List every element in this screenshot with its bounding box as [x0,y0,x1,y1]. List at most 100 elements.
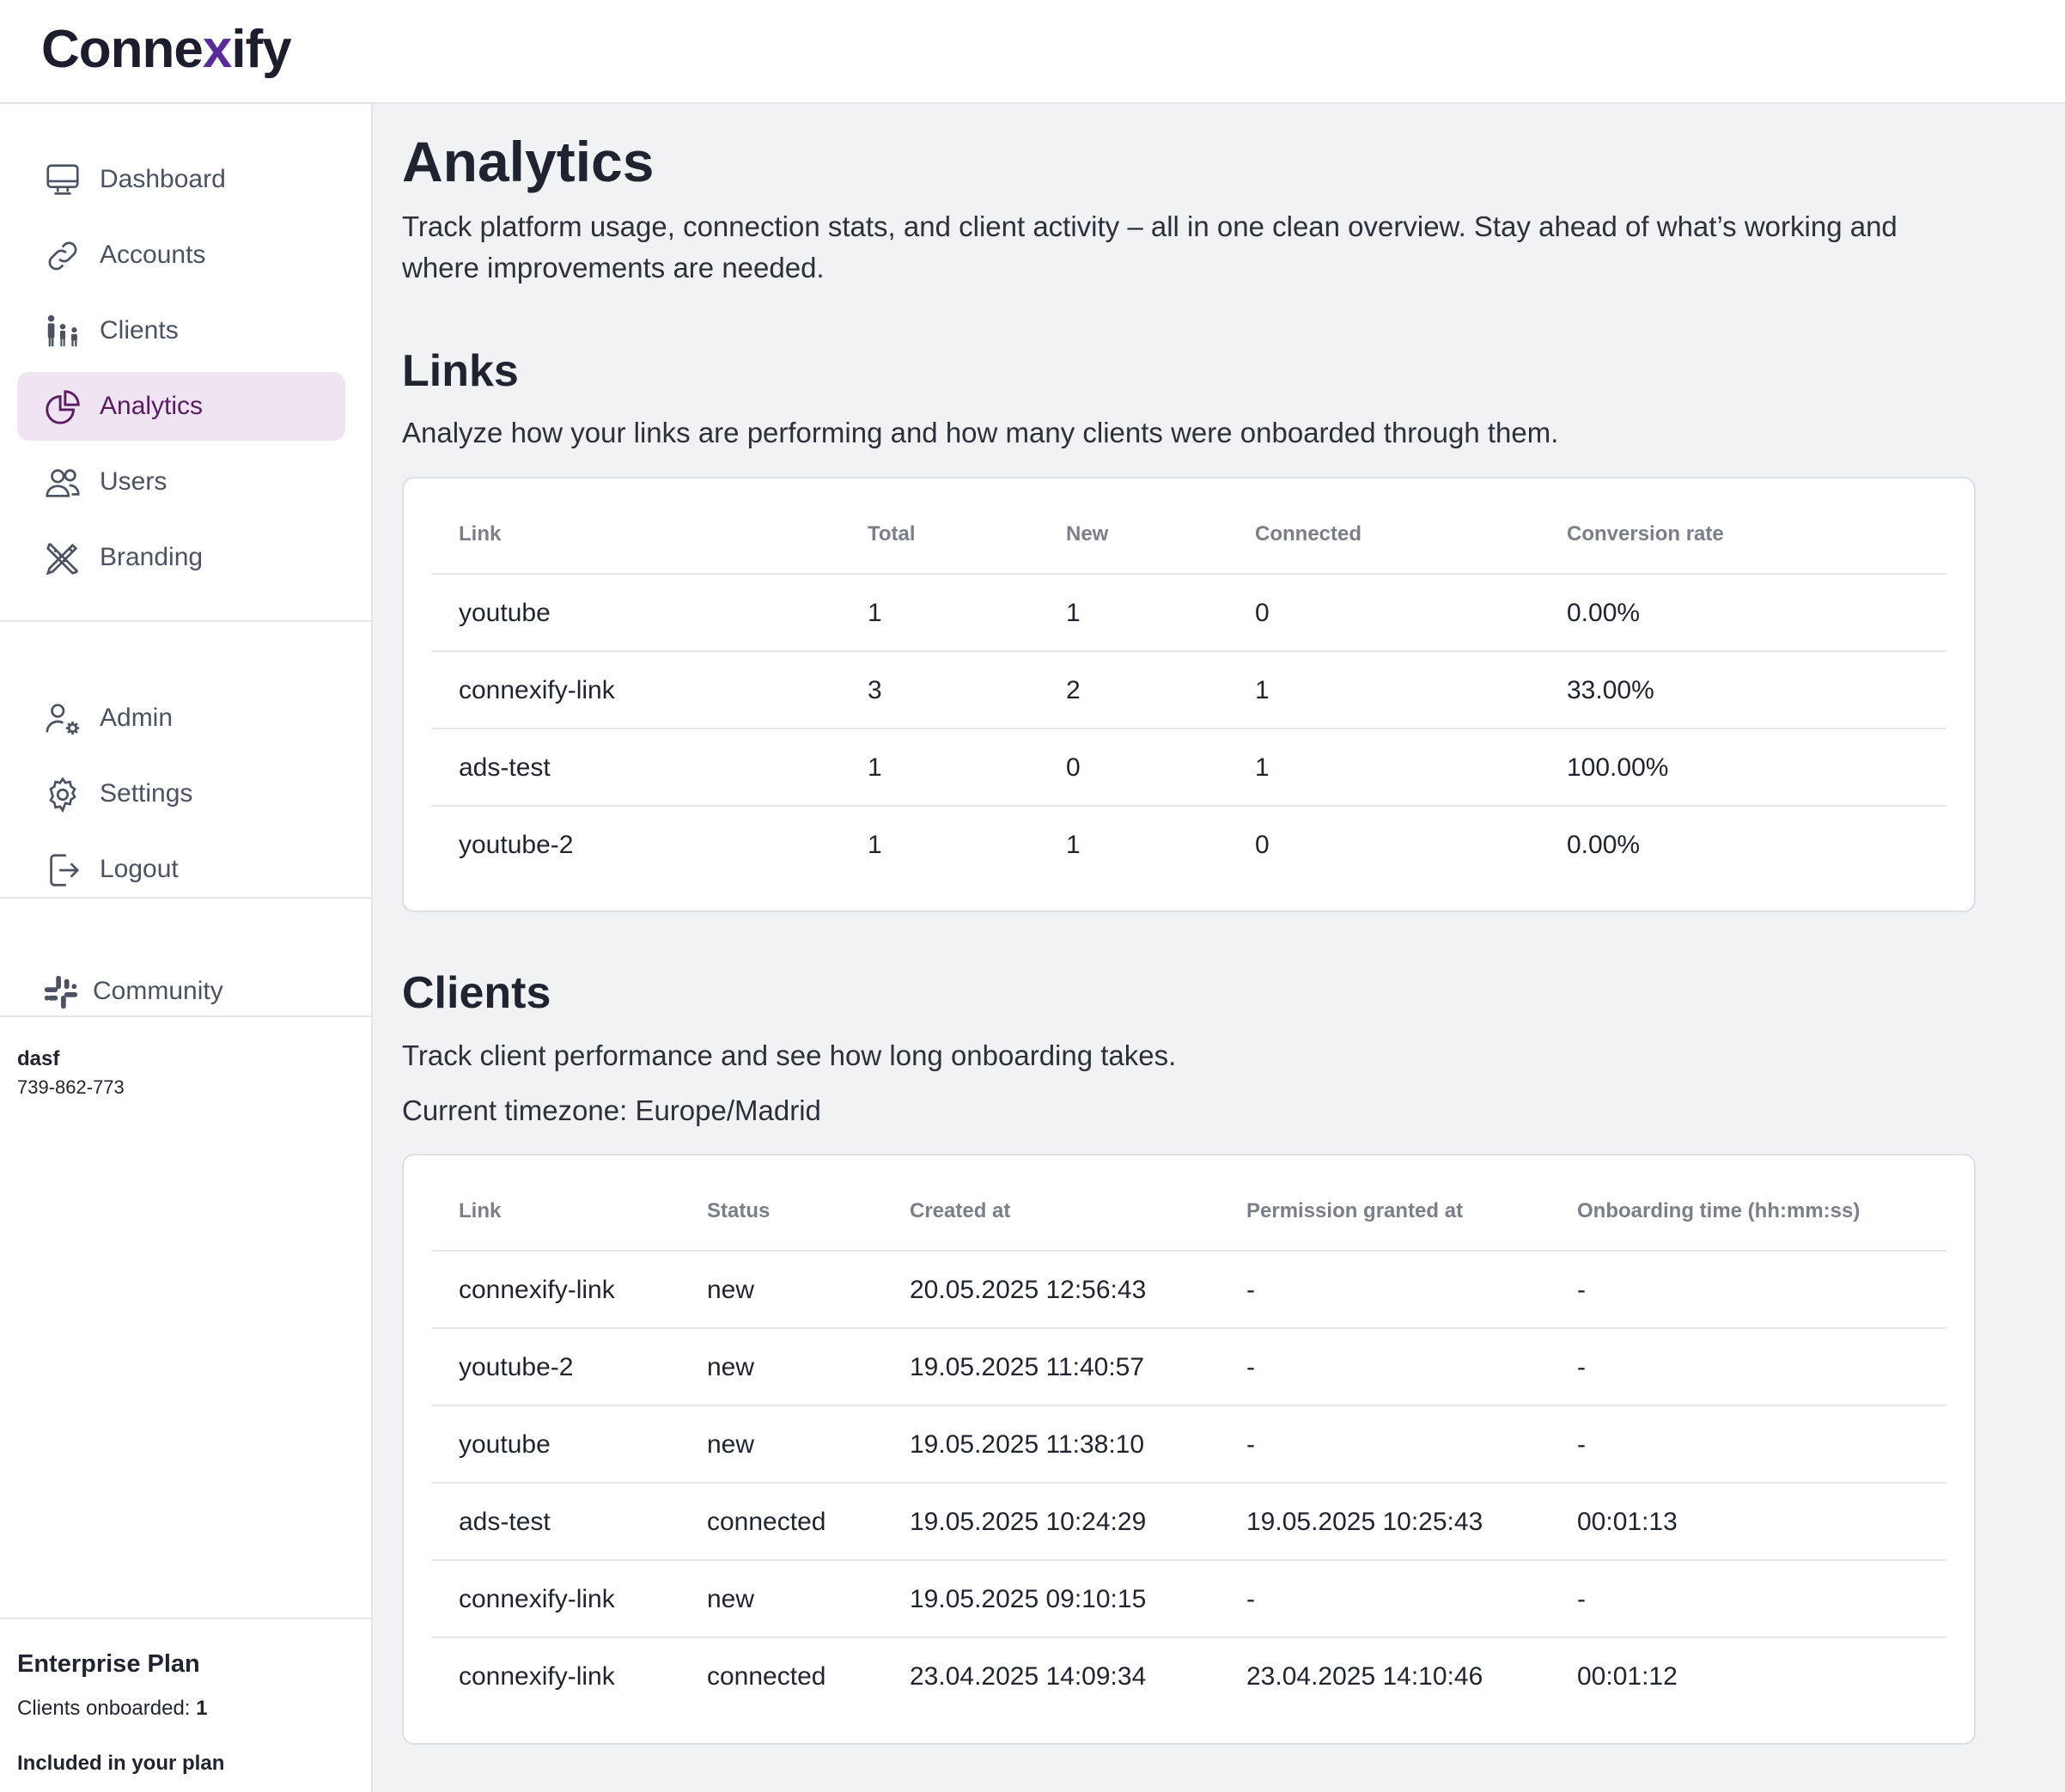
table-cell: youtube-2 [459,1353,574,1381]
table-cell: connexify-link [459,676,615,704]
table-cell: ads-test [459,1508,551,1536]
table-cell: 100.00% [1567,753,1669,782]
sidebar-item-label: Logout [100,855,179,883]
connexify-logo[interactable]: Connexify [41,19,292,80]
table-cell: 23.04.2025 14:10:46 [1246,1662,1483,1691]
sidebar-item-users[interactable]: Users [17,448,345,516]
sidebar-item-accounts[interactable]: Accounts [17,221,345,290]
table-cell: 20.05.2025 12:56:43 [910,1276,1147,1304]
column-header[interactable]: Link [459,1173,501,1250]
sidebar-item-admin[interactable]: Admin [17,684,345,753]
table-cell: 00:01:13 [1577,1508,1678,1536]
table-cell: connexify-link [459,1662,615,1691]
page-title: Analytics [402,130,655,193]
table-cell: connexify-link [459,1585,615,1613]
pencil-ruler-icon [46,542,79,576]
column-header[interactable]: Total [868,496,916,573]
column-header[interactable]: New [1066,496,1108,573]
sidebar-item-settings[interactable]: Settings [17,759,345,828]
table-cell: - [1577,1276,1586,1304]
table-row[interactable]: ads-test connected 19.05.2025 10:24:29 19.0… [431,1482,1946,1559]
table-cell: 19.05.2025 10:24:29 [910,1508,1147,1536]
table-cell: 19.05.2025 11:40:57 [910,1353,1145,1381]
table-row[interactable]: ads-test 1 0 1 100.00% [431,728,1946,805]
clients-table-card: Link Status Created at Permission granted a… [402,1154,1976,1745]
table-cell: 1 [868,831,882,859]
sidebar-item-label: Branding [100,543,204,571]
people-icon [47,314,77,347]
table-cell: 2 [1066,676,1081,704]
sidebar-item-clients[interactable]: Clients [17,296,345,365]
table-cell: - [1246,1276,1255,1304]
sidebar-item-label: Analytics [100,392,204,420]
table-cell: - [1246,1585,1255,1613]
table-cell: - [1246,1353,1255,1381]
timezone-label: Current timezone: Europe/Madrid [402,1094,821,1126]
table-cell: new [707,1585,755,1613]
sidebar-item-label: Dashboard [100,165,226,193]
table-cell: connected [707,1662,826,1691]
table-cell: 1 [868,599,882,627]
table-cell: 1 [868,753,882,782]
table-cell: 1 [1255,753,1270,782]
users-icon [46,469,80,497]
table-cell: 1 [1255,676,1270,704]
table-cell: 3 [868,676,882,704]
table-cell: youtube-2 [459,831,574,859]
table-cell: 0.00% [1567,831,1641,859]
slack-icon [44,975,78,1009]
pie-chart-icon [46,390,80,424]
links-section-title: Links [402,346,519,396]
table-cell: 23.04.2025 14:09:34 [910,1662,1147,1691]
table-row[interactable]: youtube new 19.05.2025 11:38:10 - - [431,1405,1946,1482]
table-cell: - [1577,1353,1586,1381]
user-id: 739-862-773 [17,1076,125,1098]
table-row[interactable]: youtube 1 1 0 0.00% [431,573,1946,650]
clients-section-title: Clients [402,968,551,1018]
sidebar-item-logout[interactable]: Logout [17,835,345,904]
table-row[interactable]: connexify-link connected 23.04.2025 14:09:… [431,1637,1946,1714]
clients-section-description: Track client performance and see how lon… [402,1039,1177,1071]
page-description: Track platform usage, connection stats, … [402,210,1897,283]
links-section-description: Analyze how your links are performing an… [402,417,1559,448]
sidebar-item-dashboard[interactable]: Dashboard [17,145,345,214]
table-row[interactable]: connexify-link new 20.05.2025 12:56:43 - - [431,1250,1946,1327]
column-header[interactable]: Connected [1255,496,1361,573]
table-cell: - [1577,1585,1586,1613]
table-cell: 0 [1066,753,1081,782]
column-header[interactable]: Permission granted at [1246,1173,1463,1250]
sidebar-item-analytics[interactable]: Analytics [17,372,345,441]
table-cell: 33.00% [1567,676,1654,704]
table-row[interactable]: youtube-2 new 19.05.2025 11:40:57 - - [431,1327,1946,1405]
table-cell: 00:01:12 [1577,1662,1678,1691]
sidebar-item-label: Users [100,467,168,496]
table-cell: 0 [1255,831,1270,859]
table-row[interactable]: connexify-link 3 2 1 33.00% [431,650,1946,728]
sidebar-item-label: Admin [100,704,174,732]
column-header[interactable]: Created at [910,1173,1010,1250]
plan-clients-onboarded: Clients onboarded: 1 [17,1697,208,1720]
table-cell: 1 [1066,831,1081,859]
table-cell: ads-test [459,753,551,782]
sidebar: Dashboard Accounts Clients Analytics Use… [0,104,373,1792]
sidebar-item-label: Settings [100,779,193,808]
sidebar-item-branding[interactable]: Branding [17,523,345,592]
user-gear-icon [46,704,80,735]
table-row[interactable]: youtube-2 1 1 0 0.00% [431,805,1946,882]
table-cell: 19.05.2025 09:10:15 [910,1585,1147,1613]
plan-title: Enterprise Plan [17,1650,200,1678]
gear-icon [49,777,76,814]
top-bar: Connexify [0,0,2065,104]
column-header[interactable]: Status [707,1173,770,1250]
table-cell: youtube [459,599,551,627]
column-header[interactable]: Conversion rate [1567,496,1724,573]
column-header[interactable]: Link [459,496,501,573]
table-row[interactable]: connexify-link new 19.05.2025 09:10:15 - - [431,1559,1946,1637]
link-icon [48,241,77,271]
plan-included: Included in your plan [17,1752,225,1775]
sidebar-divider [0,1015,373,1017]
column-header[interactable]: Onboarding time (hh:mm:ss) [1577,1173,1860,1250]
sidebar-item-label: Clients [100,316,179,344]
table-cell: 19.05.2025 11:38:10 [910,1430,1145,1459]
table-cell: new [707,1430,755,1459]
